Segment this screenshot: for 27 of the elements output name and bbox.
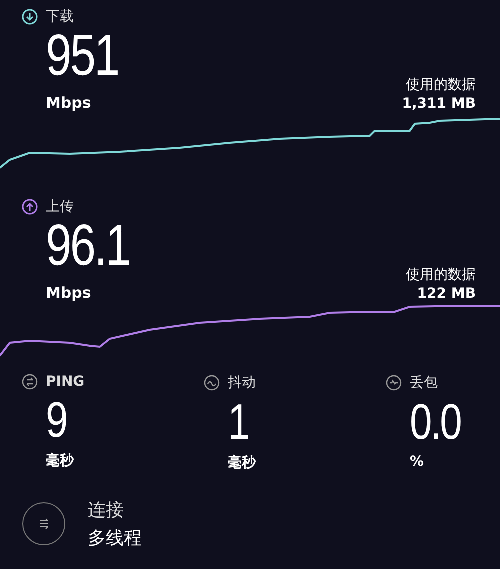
loss-label: 丢包 [410,374,438,392]
data-used-label: 使用的数据 [405,76,476,94]
ping-label: PING [46,374,85,390]
connections-label: 连接 [88,499,125,522]
jitter-label: 抖动 [228,374,256,392]
data-used-label: 使用的数据 [406,266,476,284]
ping-icon [22,374,38,390]
jitter-value: 1 [228,394,249,450]
ping-unit: 毫秒 [46,452,76,470]
connections-icon [22,502,66,546]
upload-label: 上传 [46,198,74,216]
wave-icon [204,375,220,391]
download-label: 下载 [46,8,74,26]
data-used-value: 122 MB [416,286,476,302]
speed-unit: Mbps [46,284,92,302]
download-icon [22,9,38,25]
ping-value: 9 [46,392,67,448]
download-speed: 951 [46,26,119,86]
connections-value: 多线程 [88,527,142,550]
speed-unit: Mbps [46,94,92,112]
upload-speed: 96.1 [46,216,130,276]
loss-unit: % [410,454,426,470]
loss-value: 0.0 [410,394,461,450]
data-used-value: 1,311 MB [402,96,476,112]
jitter-unit: 毫秒 [228,454,258,472]
packet-loss-icon [386,375,402,391]
upload-icon [22,199,38,215]
